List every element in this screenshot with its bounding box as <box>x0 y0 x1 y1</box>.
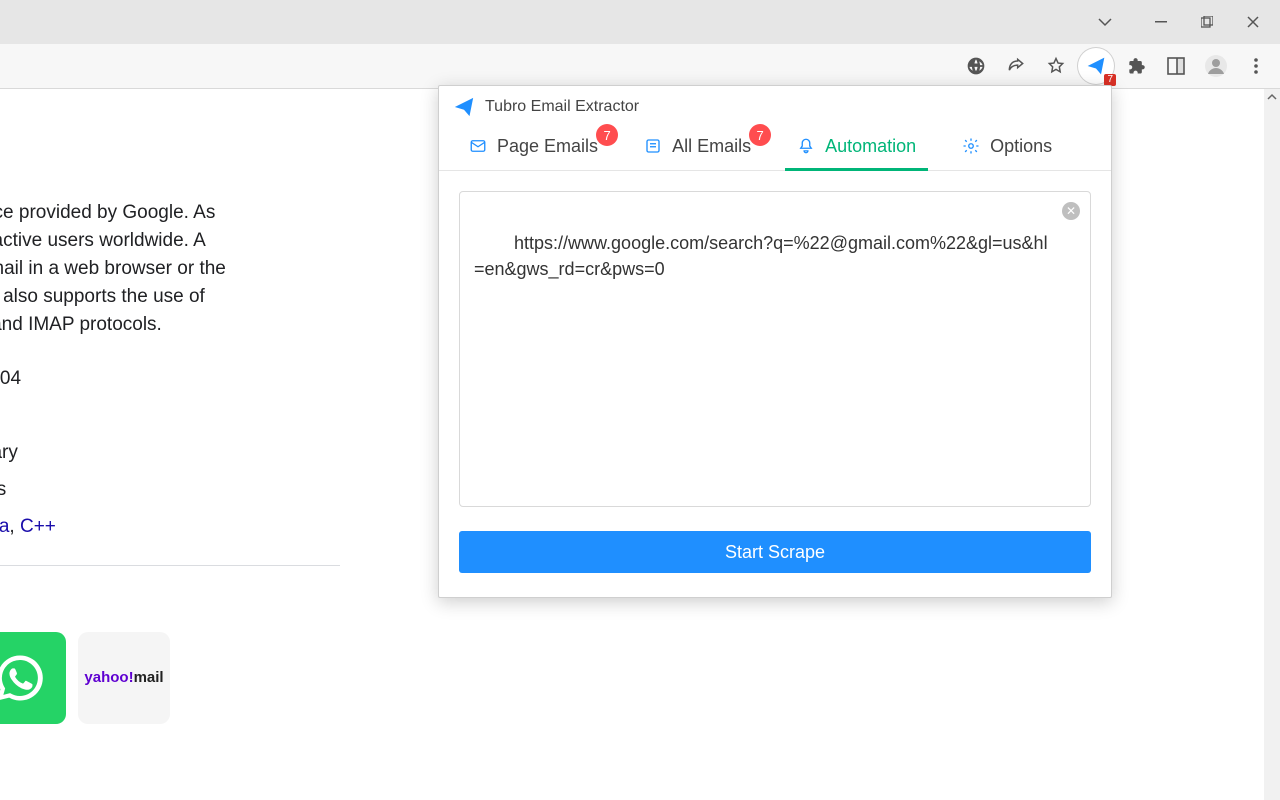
vertical-scrollbar[interactable] <box>1264 89 1280 800</box>
scroll-up-arrow-icon[interactable] <box>1264 89 1280 105</box>
close-button[interactable] <box>1230 0 1276 44</box>
start-scrape-button[interactable]: Start Scrape <box>459 531 1091 573</box>
minimize-button[interactable] <box>1138 0 1184 44</box>
extensions-puzzle-icon[interactable] <box>1118 48 1154 84</box>
lang-cpp-link[interactable]: C++ <box>20 516 56 537</box>
popup-tabs: Page Emails 7 All Emails 7 Automation <box>439 122 1111 171</box>
also-search-heading: so search for <box>0 584 340 612</box>
tab-label: Options <box>990 136 1052 157</box>
paper-plane-icon <box>453 96 475 118</box>
url-value: https://www.google.com/search?q=%22@gmai… <box>474 233 1048 279</box>
bell-icon <box>797 137 815 155</box>
bookmark-star-icon[interactable] <box>1038 48 1074 84</box>
browser-toolbar: 7 <box>0 44 1280 89</box>
extension-popup: Tubro Email Extractor Page Emails 7 All … <box>438 85 1112 598</box>
clear-input-icon[interactable]: ✕ <box>1062 202 1080 220</box>
translate-icon[interactable] <box>958 48 994 84</box>
kebab-menu-icon[interactable] <box>1238 48 1274 84</box>
tab-badge: 7 <box>749 124 771 146</box>
popup-title: Tubro Email Extractor <box>485 98 639 116</box>
chevron-down-icon[interactable] <box>1080 0 1130 44</box>
window-titlebar <box>0 0 1280 44</box>
related-card[interactable] <box>0 632 66 724</box>
tab-label: Page Emails <box>497 136 598 157</box>
tab-automation[interactable]: Automation <box>785 122 928 170</box>
knowledge-panel: Gmail Website ⋮ ree email service provid… <box>0 109 340 724</box>
tab-badge: 7 <box>596 124 618 146</box>
tab-label: All Emails <box>672 136 751 157</box>
panel-toggle-icon[interactable] <box>1158 48 1194 84</box>
list-icon <box>644 137 662 155</box>
share-icon[interactable] <box>998 48 1034 84</box>
tab-label: Automation <box>825 136 916 157</box>
gear-icon <box>962 137 980 155</box>
maximize-button[interactable] <box>1184 0 1230 44</box>
profile-avatar-icon[interactable] <box>1198 48 1234 84</box>
page-title: Gmail <box>0 109 340 137</box>
url-textarea[interactable]: https://www.google.com/search?q=%22@gmai… <box>459 191 1091 507</box>
tab-all-emails[interactable]: All Emails 7 <box>632 122 763 170</box>
lang-java-link[interactable]: Java <box>0 516 9 537</box>
tab-options[interactable]: Options <box>950 122 1064 170</box>
description-text: ree email service provided by Google. As… <box>0 199 340 339</box>
related-card[interactable]: yahoo!mail <box>78 632 170 724</box>
tab-page-emails[interactable]: Page Emails 7 <box>457 122 610 170</box>
mail-icon <box>469 137 487 155</box>
